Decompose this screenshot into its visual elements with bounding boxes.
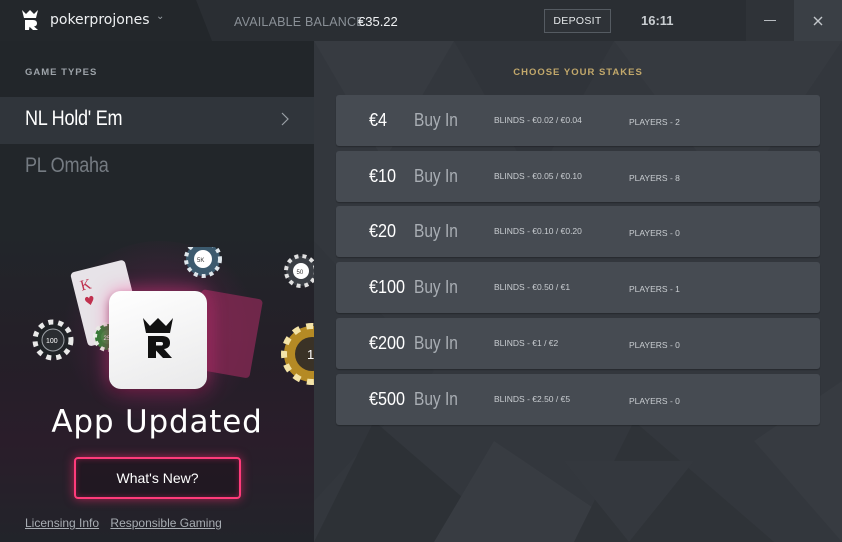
game-type-nl-holdem[interactable]: NL Hold' Em bbox=[0, 97, 314, 144]
brand-logo-icon bbox=[22, 10, 38, 30]
stake-players: PLAYERS - 0 bbox=[629, 340, 680, 350]
stake-blinds: BLINDS - €0.05 / €0.10 bbox=[494, 171, 582, 181]
buy-in-button[interactable]: Buy In bbox=[414, 166, 458, 187]
buy-in-button[interactable]: Buy In bbox=[414, 110, 458, 131]
stake-amount: €100 bbox=[369, 277, 406, 297]
poker-chip-5k: 5K bbox=[184, 247, 222, 278]
stake-row[interactable]: €500 Buy In BLINDS - €2.50 / €5 PLAYERS … bbox=[336, 374, 820, 425]
game-type-pl-omaha[interactable]: PL Omaha bbox=[0, 144, 314, 191]
stake-blinds: BLINDS - €0.02 / €0.04 bbox=[494, 115, 582, 125]
close-button[interactable] bbox=[794, 0, 842, 41]
stake-blinds: BLINDS - €0.50 / €1 bbox=[494, 282, 571, 292]
stake-amount: €4 bbox=[369, 110, 388, 130]
stake-amount: €500 bbox=[369, 389, 406, 409]
stake-blinds: BLINDS - €0.10 / €0.20 bbox=[494, 226, 582, 236]
stake-row[interactable]: €100 Buy In BLINDS - €0.50 / €1 PLAYERS … bbox=[336, 262, 820, 313]
poker-chip-gold: 1 bbox=[281, 323, 314, 385]
chevron-down-icon[interactable]: ⌄ bbox=[156, 11, 164, 22]
stake-players: PLAYERS - 2 bbox=[629, 117, 680, 127]
svg-text:100: 100 bbox=[46, 338, 58, 345]
poker-chip-100: 100 bbox=[32, 319, 74, 361]
svg-text:50: 50 bbox=[297, 270, 304, 276]
licensing-info-link[interactable]: Licensing Info bbox=[25, 516, 99, 530]
app-icon bbox=[109, 291, 207, 389]
svg-text:5K: 5K bbox=[197, 258, 204, 264]
stake-blinds: BLINDS - €2.50 / €5 bbox=[494, 394, 571, 404]
whats-new-button[interactable]: What's New? bbox=[74, 457, 241, 499]
left-panel: GAME TYPES NL Hold' Em PL Omaha K ♥ 100 bbox=[0, 41, 314, 542]
balance-label: AVAILABLE BALANCE: bbox=[234, 15, 369, 29]
stakes-panel: CHOOSE YOUR STAKES €4 Buy In BLINDS - €0… bbox=[314, 41, 842, 542]
minimize-icon bbox=[764, 20, 776, 21]
minimize-button[interactable] bbox=[746, 0, 794, 41]
promo-title: App Updated bbox=[51, 404, 263, 440]
buy-in-button[interactable]: Buy In bbox=[414, 389, 458, 410]
stake-amount: €200 bbox=[369, 333, 406, 353]
brand-logo-icon bbox=[143, 318, 173, 358]
stake-row[interactable]: €10 Buy In BLINDS - €0.05 / €0.10 PLAYER… bbox=[336, 151, 820, 202]
clock: 16:11 bbox=[641, 13, 674, 28]
deposit-button[interactable]: DEPOSIT bbox=[544, 9, 611, 33]
stake-players: PLAYERS - 1 bbox=[629, 284, 680, 294]
game-type-label: NL Hold' Em bbox=[25, 107, 123, 130]
stake-amount: €10 bbox=[369, 166, 397, 186]
responsible-gaming-link[interactable]: Responsible Gaming bbox=[110, 516, 221, 530]
buy-in-button[interactable]: Buy In bbox=[414, 333, 458, 354]
stake-players: PLAYERS - 0 bbox=[629, 228, 680, 238]
stake-row[interactable]: €20 Buy In BLINDS - €0.10 / €0.20 PLAYER… bbox=[336, 206, 820, 257]
game-type-label: PL Omaha bbox=[25, 154, 109, 177]
svg-text:1: 1 bbox=[307, 347, 314, 362]
poker-chip-50: 50 bbox=[284, 254, 314, 288]
title-bar: pokerprojones ⌄ AVAILABLE BALANCE: €35.2… bbox=[0, 0, 842, 41]
chevron-right-icon bbox=[281, 112, 289, 126]
stake-players: PLAYERS - 0 bbox=[629, 396, 680, 406]
buy-in-button[interactable]: Buy In bbox=[414, 221, 458, 242]
stake-row[interactable]: €4 Buy In BLINDS - €0.02 / €0.04 PLAYERS… bbox=[336, 95, 820, 146]
buy-in-button[interactable]: Buy In bbox=[414, 277, 458, 298]
stake-blinds: BLINDS - €1 / €2 bbox=[494, 338, 559, 348]
choose-stakes-label: CHOOSE YOUR STAKES bbox=[513, 67, 643, 78]
game-types-label: GAME TYPES bbox=[25, 67, 98, 78]
balance-value: €35.22 bbox=[358, 14, 398, 29]
username[interactable]: pokerprojones bbox=[50, 12, 150, 28]
stake-players: PLAYERS - 8 bbox=[629, 173, 680, 183]
stake-row[interactable]: €200 Buy In BLINDS - €1 / €2 PLAYERS - 0 bbox=[336, 318, 820, 369]
close-icon bbox=[813, 16, 823, 25]
footer-links: Licensing Info Responsible Gaming bbox=[25, 516, 230, 530]
stake-amount: €20 bbox=[369, 221, 397, 241]
